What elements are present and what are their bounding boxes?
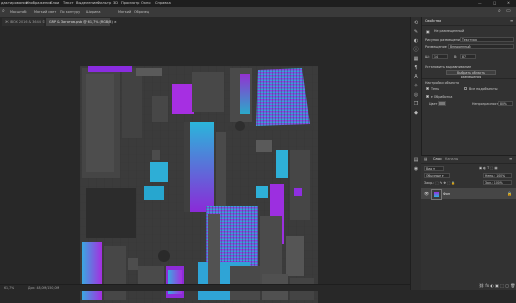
workspace-icon[interactable]: ▭ bbox=[506, 8, 511, 14]
layer-filter-dropdown[interactable]: Вид ▾ bbox=[424, 166, 444, 171]
opacity-field[interactable]: 80% bbox=[498, 101, 513, 106]
layer-label: Рисунок размещения bbox=[425, 38, 462, 42]
width-label: Ш: bbox=[425, 55, 430, 59]
tab-channels[interactable]: Каналы bbox=[445, 157, 458, 161]
subobjects-checkbox[interactable] bbox=[464, 87, 467, 90]
panel-tab-icon[interactable]: ▤ bbox=[424, 157, 427, 161]
styles-icon[interactable]: ◆ bbox=[413, 110, 419, 116]
menu-image[interactable]: Изображение bbox=[26, 1, 52, 5]
zoom-readout[interactable]: 61,7% bbox=[4, 286, 14, 290]
tab-layers[interactable]: Слои bbox=[433, 157, 442, 161]
placement-field[interactable]: Внедренный bbox=[448, 44, 514, 49]
height-label: В: bbox=[454, 55, 458, 59]
shadow-checkbox[interactable] bbox=[426, 87, 429, 90]
search-icon[interactable]: ⌕ bbox=[498, 8, 501, 14]
brush-icon[interactable]: ✎ bbox=[413, 29, 419, 35]
layers-menu-icon[interactable]: ≡ bbox=[509, 156, 512, 161]
options-item-sample[interactable]: Образец bbox=[134, 10, 149, 14]
minimize-icon[interactable]: — bbox=[478, 1, 482, 5]
maximize-icon[interactable]: □ bbox=[493, 1, 496, 5]
layer-name[interactable]: Фон bbox=[443, 192, 450, 196]
paragraph-icon[interactable]: ¶ bbox=[413, 65, 419, 71]
close-icon[interactable]: ✕ bbox=[507, 1, 510, 5]
character-icon[interactable]: A bbox=[413, 74, 419, 80]
layer-comps-icon[interactable]: ❐ bbox=[413, 101, 419, 107]
info-icon[interactable]: ⓘ bbox=[413, 47, 419, 53]
visibility-checkbox[interactable] bbox=[426, 95, 429, 98]
path-icon[interactable]: ✧ bbox=[413, 83, 419, 89]
document-canvas[interactable] bbox=[80, 66, 318, 303]
options-item-contour[interactable]: По контуру bbox=[60, 10, 80, 14]
document-tabs: Ж IBOX 2016 & 3644 © × GRP & Заготов.psb… bbox=[0, 17, 410, 26]
options-item-soft-light[interactable]: Мягкий свет bbox=[34, 10, 56, 14]
layers-panel: ▤ Слои Каналы ≡ Вид ▾ ▣ ◐ T ⬚ ▦ Обычные … bbox=[421, 155, 516, 290]
document-info[interactable]: Док: 48,0M/150,0M bbox=[28, 286, 59, 290]
layer-filter-icons[interactable]: ▣ ◐ T ⬚ ▦ bbox=[479, 166, 497, 170]
uv-texture-image bbox=[80, 66, 318, 303]
menu-edit[interactable]: дактирование bbox=[1, 1, 28, 5]
channels-icon[interactable]: ◉ bbox=[413, 166, 419, 172]
menu-type[interactable]: Текст bbox=[63, 1, 74, 5]
history-icon[interactable]: ⟲ bbox=[413, 20, 419, 26]
fill-label: Цвет bbox=[429, 102, 438, 106]
tab-document-2[interactable]: GRP & Заготов.psb @ 61,7% (RGB/8) × bbox=[46, 18, 117, 26]
navigator-icon[interactable]: ◎ bbox=[413, 92, 419, 98]
object-settings-label: Настройки объекта bbox=[425, 81, 460, 85]
eye-icon[interactable]: 👁 bbox=[424, 191, 429, 196]
shadow-label: Тень bbox=[431, 87, 440, 91]
menu-help[interactable]: Справка bbox=[155, 1, 171, 5]
panel-icon-strip: ⟲ ✎ ◐ ⓘ ▦ ¶ A ✧ ◎ ❐ ◆ ▤ ◉ bbox=[410, 17, 421, 290]
properties-title[interactable]: Свойства bbox=[425, 19, 441, 23]
lock-icon: 🔒 bbox=[507, 191, 512, 196]
layer-opacity-field[interactable]: Непр.: 100% bbox=[483, 173, 512, 178]
color-swatch[interactable] bbox=[438, 101, 446, 106]
canvas-workspace[interactable] bbox=[0, 26, 410, 303]
layer-row[interactable]: 👁 Фон 🔒 bbox=[421, 188, 516, 200]
menu-3d[interactable]: 3D bbox=[113, 1, 118, 5]
layer-thumbnail bbox=[431, 189, 442, 200]
smart-object-icon: ▣ bbox=[426, 29, 430, 34]
layer-fill-field[interactable]: Зал.: 100% bbox=[483, 180, 512, 185]
select-placement-button[interactable]: Выбрать область размещения bbox=[446, 70, 496, 79]
layers-panel-icon[interactable]: ▤ bbox=[413, 157, 419, 163]
menu-window[interactable]: Окно bbox=[141, 1, 151, 5]
menu-layers[interactable]: Слои bbox=[50, 1, 59, 5]
subobjects-label: Все подобъекты bbox=[469, 87, 498, 91]
layer-field[interactable]: Текстура bbox=[460, 37, 514, 42]
section-label: ▾ Обработка bbox=[431, 95, 453, 99]
properties-row1: Не размещенный bbox=[434, 29, 465, 33]
adjust-icon[interactable]: ◐ bbox=[413, 38, 419, 44]
menu-bar: дактирование Изображение Слои Текст Выде… bbox=[0, 0, 516, 7]
menu-view[interactable]: Просмотр bbox=[121, 1, 139, 5]
swatches-icon[interactable]: ▦ bbox=[413, 56, 419, 62]
options-sample-label: Масштаб: bbox=[10, 10, 28, 14]
tool-preset-icon[interactable]: ⌕ bbox=[2, 8, 5, 14]
align-label: Установить выравнивание bbox=[425, 65, 472, 69]
placement-label: Размещение bbox=[425, 45, 447, 49]
lock-controls[interactable]: Закр.: ⬚ ✎ ✥ ⬚ 🔒 bbox=[424, 181, 455, 185]
menu-filter[interactable]: Фильтр bbox=[97, 1, 111, 5]
layer-actions[interactable]: ⛓ fx ◐ ▣ ⬚ ▢ 🗑 bbox=[479, 283, 515, 288]
width-field[interactable]: 14 bbox=[432, 54, 448, 59]
options-item-soft[interactable]: Мягкий bbox=[118, 10, 131, 14]
menu-select[interactable]: Выделение bbox=[76, 1, 97, 5]
height-field[interactable]: 87 bbox=[460, 54, 476, 59]
options-item-width[interactable]: Ширина bbox=[86, 10, 100, 14]
tab-document-1[interactable]: Ж IBOX 2016 & 3644 © × bbox=[2, 18, 49, 26]
opacity-label: Непрозрачность bbox=[472, 102, 501, 106]
blend-mode-dropdown[interactable]: Обычные ▾ bbox=[424, 173, 450, 178]
panel-menu-icon[interactable]: ≡ bbox=[510, 18, 513, 23]
